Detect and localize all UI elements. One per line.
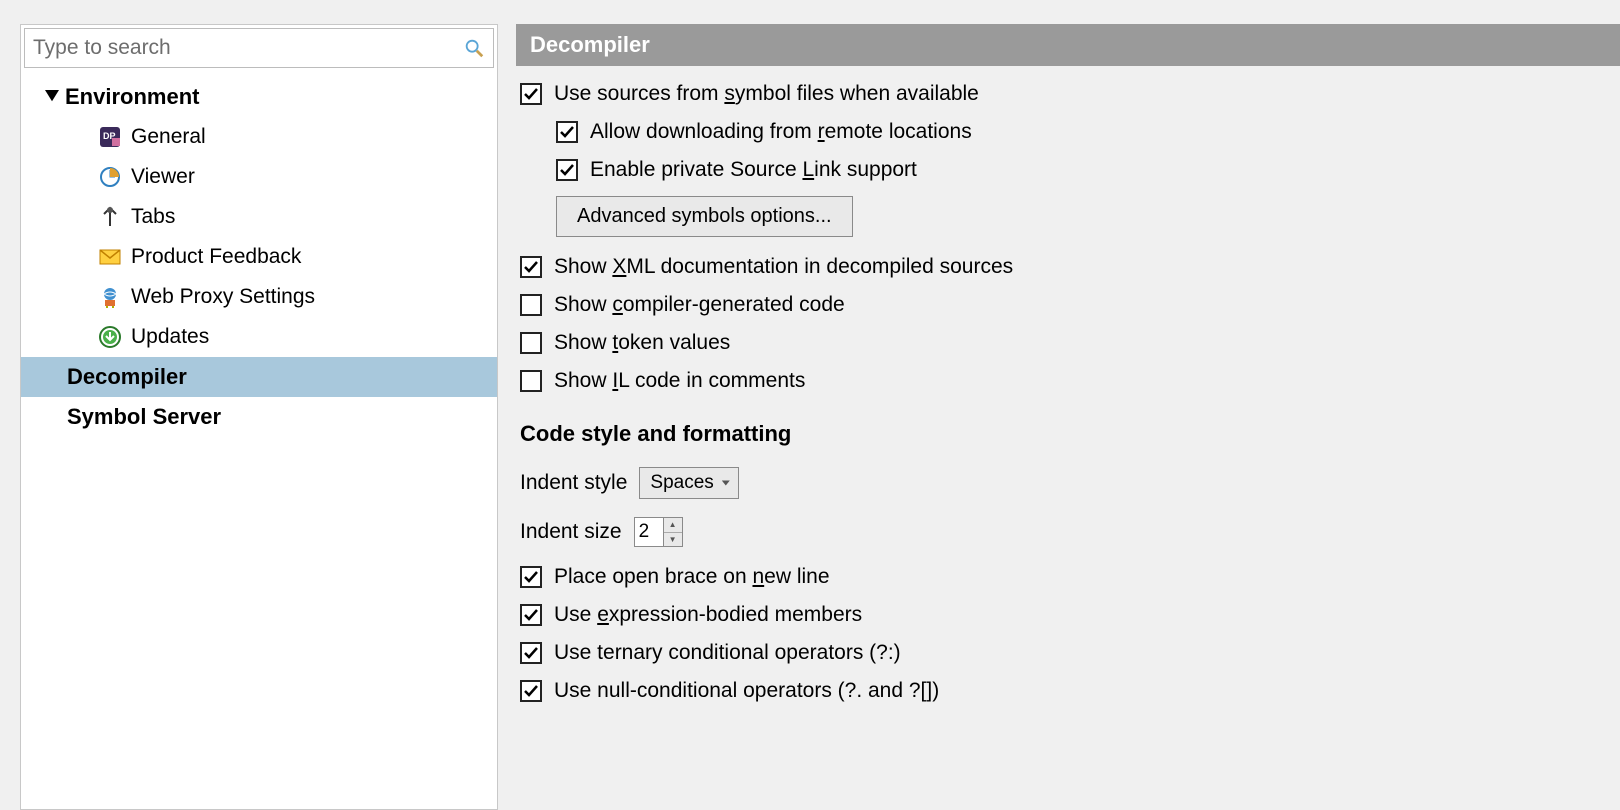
checkbox[interactable] [520, 370, 542, 392]
opt-label: Use null-conditional operators (?. and ?… [554, 679, 939, 703]
advanced-symbols-button[interactable]: Advanced symbols options... [556, 196, 853, 237]
tree-item-proxy[interactable]: Web Proxy Settings [21, 277, 497, 317]
indent-size-label: Indent size [520, 520, 622, 544]
tree-item-symbol-server[interactable]: Symbol Server [21, 397, 497, 437]
opt-expression-bodied[interactable]: Use expression-bodied members [520, 603, 1616, 627]
checkbox[interactable] [520, 642, 542, 664]
tree-item-general[interactable]: DP General [21, 117, 497, 157]
tree-label: Updates [131, 325, 209, 349]
tabs-icon [99, 206, 121, 228]
tree-label: Viewer [131, 165, 195, 189]
tree-item-updates[interactable]: Updates [21, 317, 497, 357]
row-indent-style: Indent style Spaces [520, 467, 1616, 499]
section-codestyle: Code style and formatting [520, 421, 1616, 447]
tree-label: Tabs [131, 205, 175, 229]
indent-size-input[interactable] [635, 518, 663, 546]
search-input[interactable] [33, 36, 463, 60]
opt-show-xml[interactable]: Show XML documentation in decompiled sou… [520, 255, 1616, 279]
opt-label: Show XML documentation in decompiled sou… [554, 255, 1013, 279]
checkbox[interactable] [520, 604, 542, 626]
opt-label: Show compiler-generated code [554, 293, 845, 317]
tree-label: Environment [65, 84, 199, 110]
search-icon [463, 37, 485, 59]
spinner-buttons[interactable]: ▲ ▼ [663, 518, 682, 546]
indent-size-spinner[interactable]: ▲ ▼ [634, 517, 683, 547]
tree-label: Symbol Server [67, 404, 221, 430]
tree-label: Decompiler [67, 364, 187, 390]
opt-open-brace-newline[interactable]: Place open brace on new line [520, 565, 1616, 589]
opt-label: Show IL code in comments [554, 369, 805, 393]
checkbox[interactable] [520, 294, 542, 316]
tree-item-tabs[interactable]: Tabs [21, 197, 497, 237]
tree-label: Web Proxy Settings [131, 285, 315, 309]
checkbox[interactable] [520, 332, 542, 354]
search-box[interactable] [24, 28, 494, 68]
checkbox[interactable] [520, 256, 542, 278]
proxy-icon [99, 286, 121, 308]
checkbox[interactable] [520, 83, 542, 105]
spin-down-icon[interactable]: ▼ [664, 533, 682, 547]
opt-use-sources[interactable]: Use sources from symbol files when avail… [520, 82, 1616, 106]
nav-tree: Environment DP General Viewer Tabs [21, 71, 497, 437]
row-indent-size: Indent size ▲ ▼ [520, 517, 1616, 547]
opt-enable-private-sourcelink[interactable]: Enable private Source Link support [556, 158, 1616, 182]
opt-ternary[interactable]: Use ternary conditional operators (?:) [520, 641, 1616, 665]
opt-show-compiler-generated[interactable]: Show compiler-generated code [520, 293, 1616, 317]
feedback-icon [99, 246, 121, 268]
expander-icon [45, 90, 59, 104]
indent-style-select[interactable]: Spaces [639, 467, 738, 499]
opt-label: Place open brace on new line [554, 565, 830, 589]
tree-label: General [131, 125, 206, 149]
opt-label: Allow downloading from remote locations [590, 120, 972, 144]
tree-item-decompiler[interactable]: Decompiler [21, 357, 497, 397]
opt-null-conditional[interactable]: Use null-conditional operators (?. and ?… [520, 679, 1616, 703]
indent-style-label: Indent style [520, 471, 627, 495]
tree-item-viewer[interactable]: Viewer [21, 157, 497, 197]
tree-env[interactable]: Environment [21, 77, 497, 117]
general-icon: DP [99, 126, 121, 148]
content-pane: Decompiler Use sources from symbol files… [516, 24, 1620, 810]
page-title: Decompiler [516, 24, 1620, 66]
updates-icon [99, 326, 121, 348]
tree-label: Product Feedback [131, 245, 301, 269]
opt-label: Enable private Source Link support [590, 158, 917, 182]
opt-label: Use sources from symbol files when avail… [554, 82, 979, 106]
opt-show-token-values[interactable]: Show token values [520, 331, 1616, 355]
sidebar: Environment DP General Viewer Tabs [20, 24, 498, 810]
opt-label: Show token values [554, 331, 730, 355]
opt-show-il-comments[interactable]: Show IL code in comments [520, 369, 1616, 393]
opt-allow-download[interactable]: Allow downloading from remote locations [556, 120, 1616, 144]
opt-label: Use ternary conditional operators (?:) [554, 641, 901, 665]
checkbox[interactable] [556, 159, 578, 181]
viewer-icon [99, 166, 121, 188]
spin-up-icon[interactable]: ▲ [664, 518, 682, 533]
opt-label: Use expression-bodied members [554, 603, 862, 627]
tree-item-feedback[interactable]: Product Feedback [21, 237, 497, 277]
checkbox[interactable] [556, 121, 578, 143]
checkbox[interactable] [520, 566, 542, 588]
checkbox[interactable] [520, 680, 542, 702]
